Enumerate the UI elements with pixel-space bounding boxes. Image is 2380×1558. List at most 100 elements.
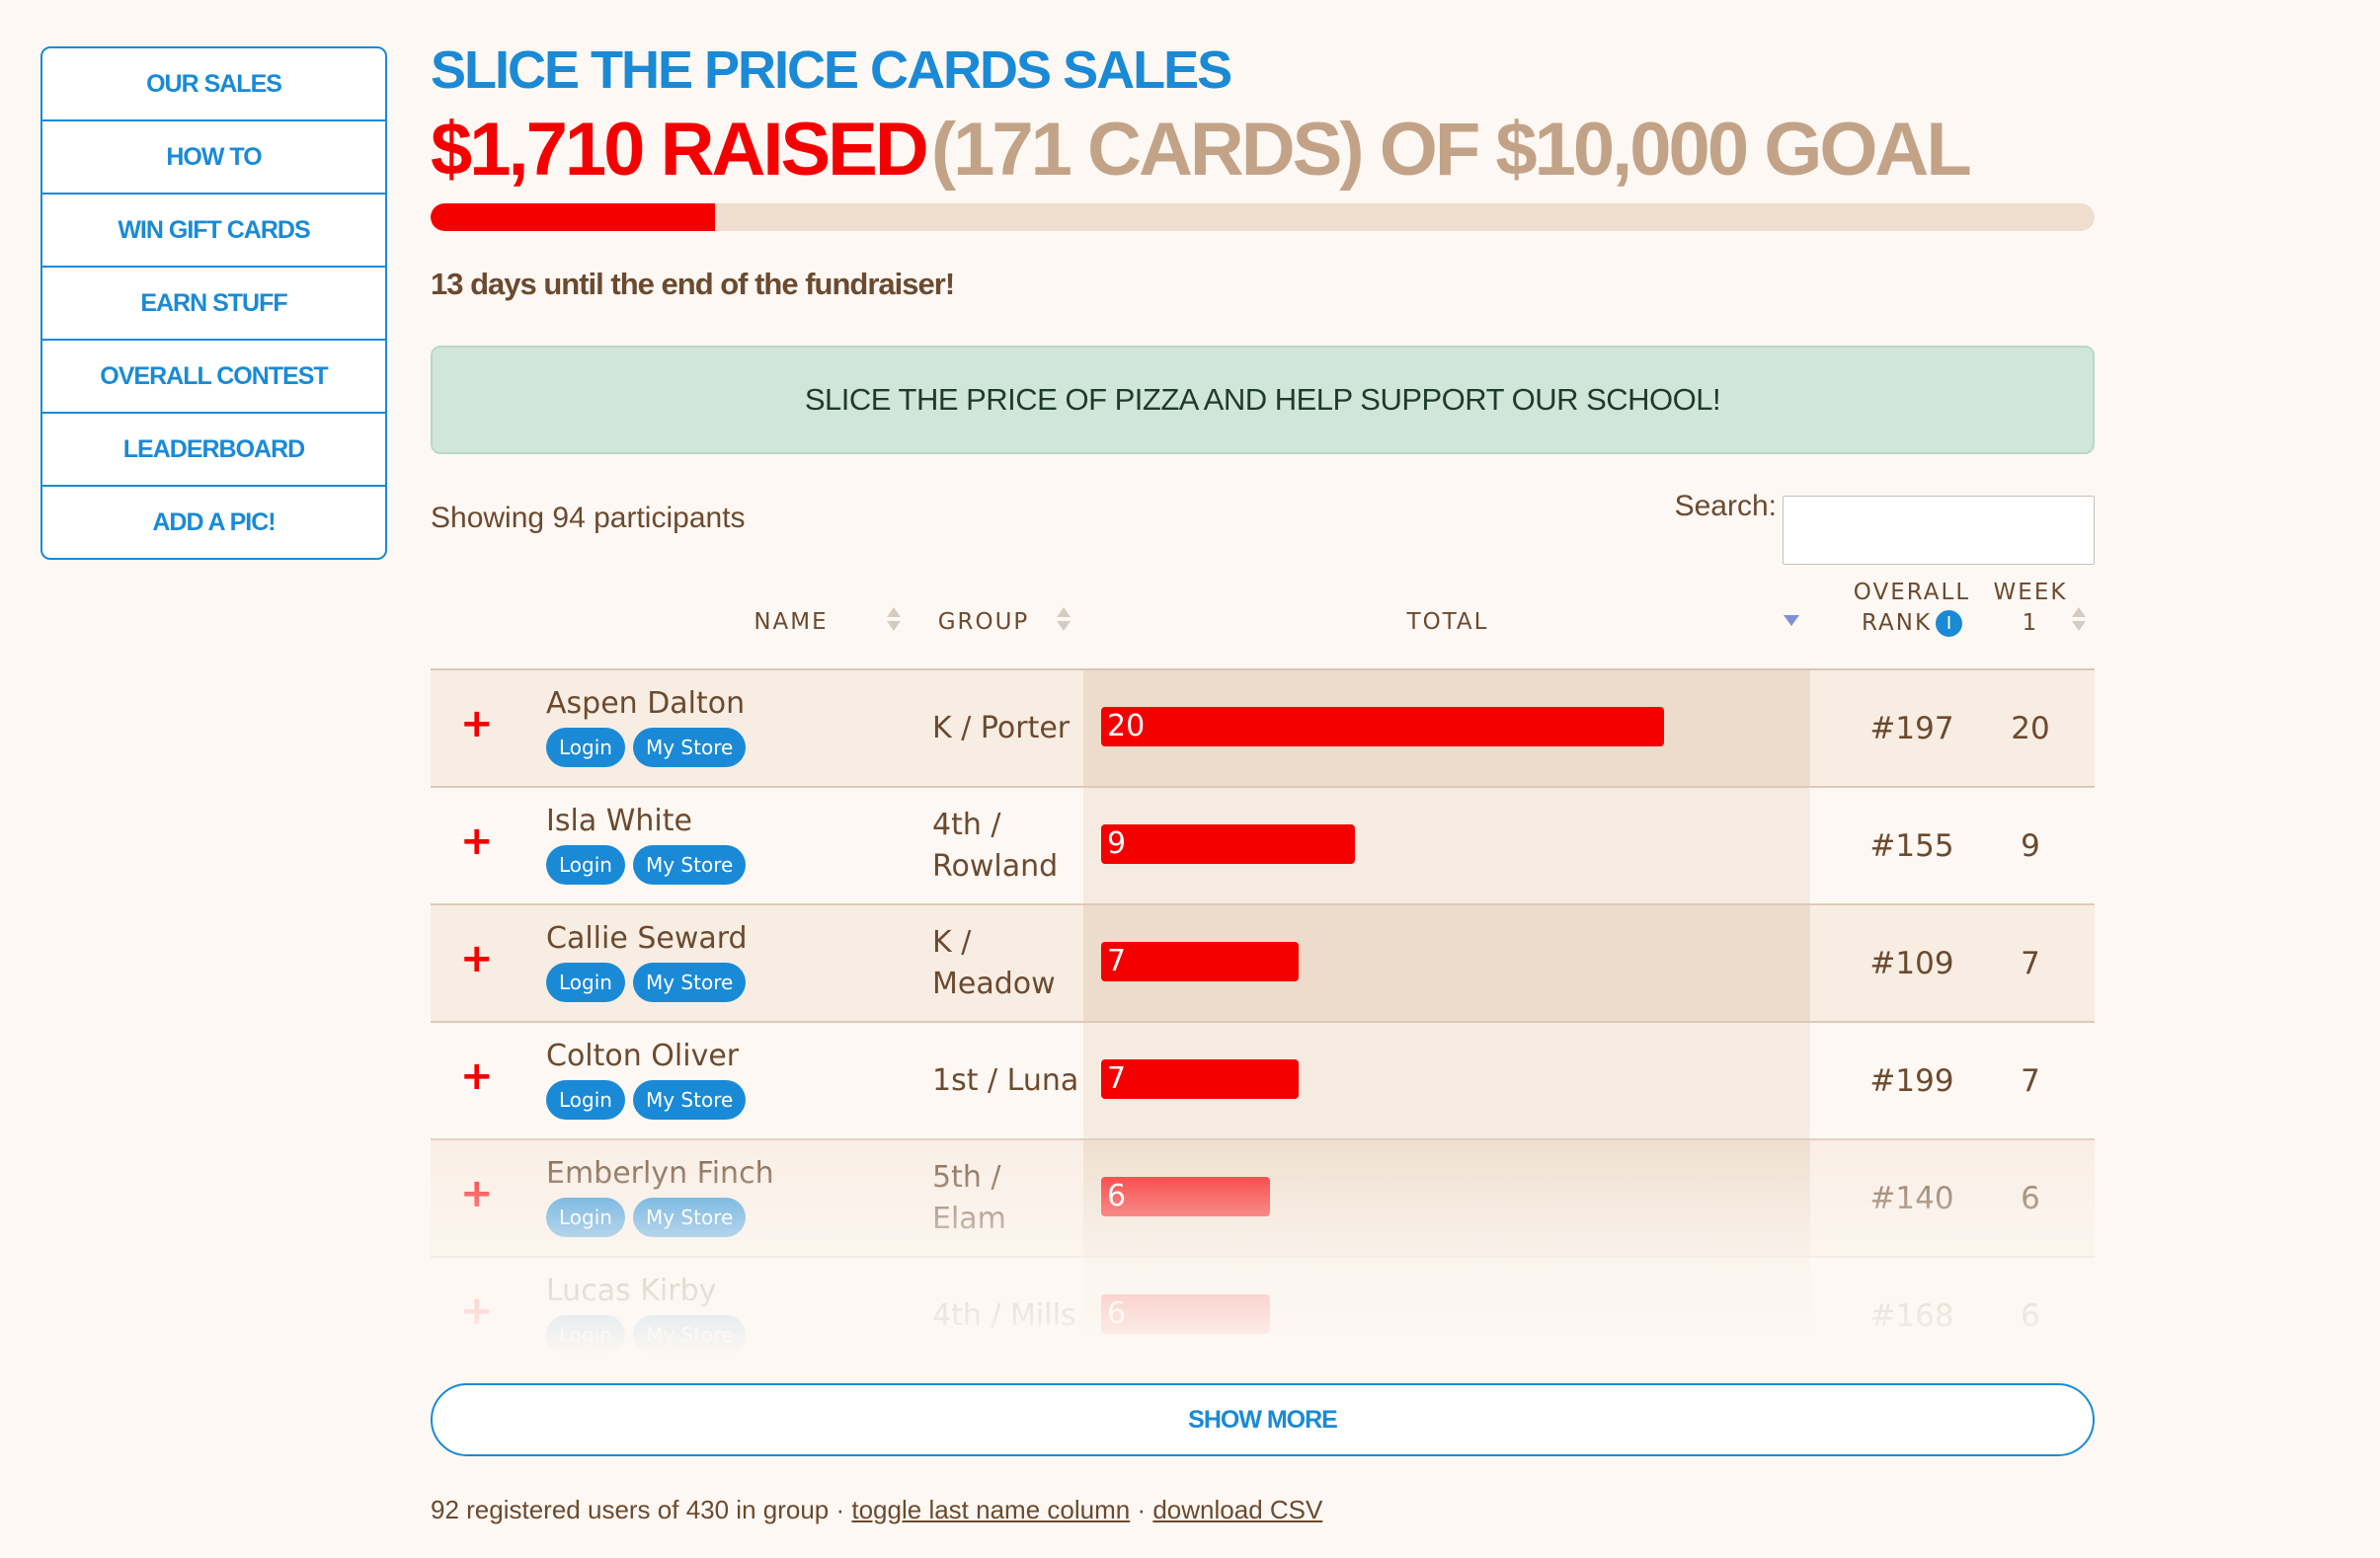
my-store-button[interactable]: My Store [632, 845, 747, 885]
participant-name: Callie Seward [546, 921, 748, 956]
total-bar: 9 [1101, 824, 1355, 864]
fundraiser-progress-fill [431, 203, 716, 231]
participant-rank: #199 [1869, 1062, 1954, 1099]
raised-goal-text: (171 CARDS) OF $10,000 GOAL [930, 108, 1972, 192]
days-left-text: 13 days until the end of the fundraiser! [431, 267, 955, 301]
my-store-button[interactable]: My Store [632, 1315, 747, 1355]
sidebar-item-leaderboard[interactable]: LEADERBOARD [42, 414, 385, 487]
sidebar-item-add-a-pic[interactable]: ADD A PIC! [42, 487, 385, 558]
participant-actions: Login My Store [546, 1315, 747, 1355]
page-title: SLICE THE PRICE CARDS SALES [431, 40, 1232, 100]
login-button[interactable]: Login [546, 1080, 625, 1120]
participant-actions: Login My Store [546, 845, 747, 885]
table-row: + Emberlyn Finch Login My Store 5th / El… [431, 1140, 2095, 1258]
show-more-button[interactable]: SHOW MORE [431, 1383, 2095, 1456]
participant-rank: #140 [1869, 1180, 1954, 1216]
table-body: + Aspen Dalton Login My Store K / Porter… [431, 670, 2095, 1357]
sidebar-item-how-to[interactable]: HOW TO [42, 121, 385, 195]
my-store-button[interactable]: My Store [632, 1198, 747, 1237]
info-icon[interactable]: i [1936, 610, 1963, 637]
column-header-total[interactable]: TOTAL [1379, 607, 1517, 638]
participant-group: K / Porter [932, 710, 1071, 745]
participant-actions: Login My Store [546, 963, 747, 1002]
week-label-line2: 1 [2022, 610, 2039, 636]
expand-row-icon[interactable]: + [460, 821, 494, 861]
table-row: + Colton Oliver Login My Store 1st / Lun… [431, 1023, 2095, 1140]
sidebar-item-win-gift-cards[interactable]: WIN GIFT CARDS [42, 195, 385, 268]
login-button[interactable]: Login [546, 845, 625, 885]
table-row: + Aspen Dalton Login My Store K / Porter… [431, 670, 2095, 788]
registered-users-text: 92 registered users of 430 in group · [431, 1495, 845, 1524]
column-header-week-1[interactable]: WEEK 1 [1986, 578, 2075, 639]
search-input[interactable] [1783, 496, 2095, 565]
total-bar: 7 [1101, 1059, 1299, 1099]
participant-week-total: 20 [2011, 710, 2050, 746]
total-bar: 6 [1101, 1294, 1270, 1334]
participant-rank: #155 [1869, 827, 1954, 864]
download-csv-link[interactable]: download CSV [1152, 1495, 1322, 1524]
participant-week-total: 6 [2021, 1297, 2040, 1334]
column-header-group[interactable]: GROUP [934, 607, 1033, 638]
participant-actions: Login My Store [546, 728, 747, 767]
participant-name: Lucas Kirby [546, 1274, 717, 1308]
column-header-name[interactable]: NAME [677, 607, 905, 638]
overall-rank-label-line2: RANK [1861, 610, 1933, 636]
raised-summary: $1,710 RAISED (171 CARDS) OF $10,000 GOA… [431, 113, 2095, 188]
participant-week-total: 6 [2021, 1180, 2040, 1216]
sidebar-item-earn-stuff[interactable]: EARN STUFF [42, 268, 385, 341]
participant-group: 4th / Mills [932, 1297, 1076, 1333]
week-label-line1: WEEK [1993, 580, 2068, 605]
expand-row-icon[interactable]: + [460, 1056, 494, 1096]
table-controls: Showing 94 participants Search: [431, 454, 2095, 578]
footer-separator: · [1137, 1495, 1147, 1524]
login-button[interactable]: Login [546, 963, 625, 1002]
participant-actions: Login My Store [546, 1198, 747, 1237]
sidebar-nav: OUR SALES HOW TO WIN GIFT CARDS EARN STU… [40, 46, 387, 560]
fundraiser-progress-bar [431, 203, 2095, 231]
table-row: + Isla White Login My Store 4th / Rowlan… [431, 788, 2095, 905]
total-bar: 20 [1101, 707, 1664, 746]
sidebar-item-our-sales[interactable]: OUR SALES [42, 48, 385, 121]
participant-group: 5th / Elam [932, 1159, 1006, 1236]
table-footer: 92 registered users of 430 in group · to… [431, 1495, 2095, 1525]
banner-text: SLICE THE PRICE OF PIZZA AND HELP SUPPOR… [804, 382, 1721, 417]
table-row: + Callie Seward Login My Store K / Meado… [431, 905, 2095, 1023]
overall-rank-label-line1: OVERALL [1853, 580, 1971, 605]
main-content: SLICE THE PRICE CARDS SALES $1,710 RAISE… [431, 39, 2095, 1525]
participant-rank: #168 [1869, 1297, 1954, 1334]
expand-row-icon[interactable]: + [460, 1291, 494, 1331]
expand-row-icon[interactable]: + [460, 704, 494, 743]
participant-name: Emberlyn Finch [546, 1156, 774, 1191]
total-bar: 7 [1101, 942, 1299, 981]
total-bar: 6 [1101, 1177, 1270, 1216]
participant-week-total: 9 [2021, 827, 2040, 864]
my-store-button[interactable]: My Store [632, 963, 747, 1002]
table-row: + Lucas Kirby Login My Store 4th / Mills… [431, 1258, 2095, 1357]
participant-week-total: 7 [2021, 945, 2040, 981]
participant-count: Showing 94 participants [431, 502, 746, 534]
participant-group: 1st / Luna [932, 1062, 1079, 1098]
sort-descending-icon[interactable] [1784, 615, 1799, 626]
my-store-button[interactable]: My Store [632, 1080, 747, 1120]
sidebar-item-overall-contest[interactable]: OVERALL CONTEST [42, 341, 385, 414]
login-button[interactable]: Login [546, 1198, 625, 1237]
sort-week-icon[interactable] [2072, 605, 2086, 633]
expand-row-icon[interactable]: + [460, 1174, 494, 1213]
login-button[interactable]: Login [546, 728, 625, 767]
participant-group: K / Meadow [932, 924, 1056, 1001]
toggle-last-name-link[interactable]: toggle last name column [851, 1495, 1130, 1524]
participant-week-total: 7 [2021, 1062, 2040, 1099]
sort-group-icon[interactable] [1057, 605, 1071, 633]
my-store-button[interactable]: My Store [632, 728, 747, 767]
raised-amount: $1,710 RAISED [431, 108, 929, 192]
login-button[interactable]: Login [546, 1315, 625, 1355]
participant-name: Isla White [546, 804, 692, 838]
sort-name-icon[interactable] [887, 605, 901, 633]
participant-actions: Login My Store [546, 1080, 747, 1120]
participant-name: Colton Oliver [546, 1039, 740, 1073]
participant-group: 4th / Rowland [932, 807, 1059, 884]
participant-name: Aspen Dalton [546, 686, 746, 721]
participant-rank: #197 [1869, 710, 1954, 746]
column-header-overall-rank[interactable]: OVERALL RANK i [1853, 578, 1971, 639]
expand-row-icon[interactable]: + [460, 939, 494, 978]
